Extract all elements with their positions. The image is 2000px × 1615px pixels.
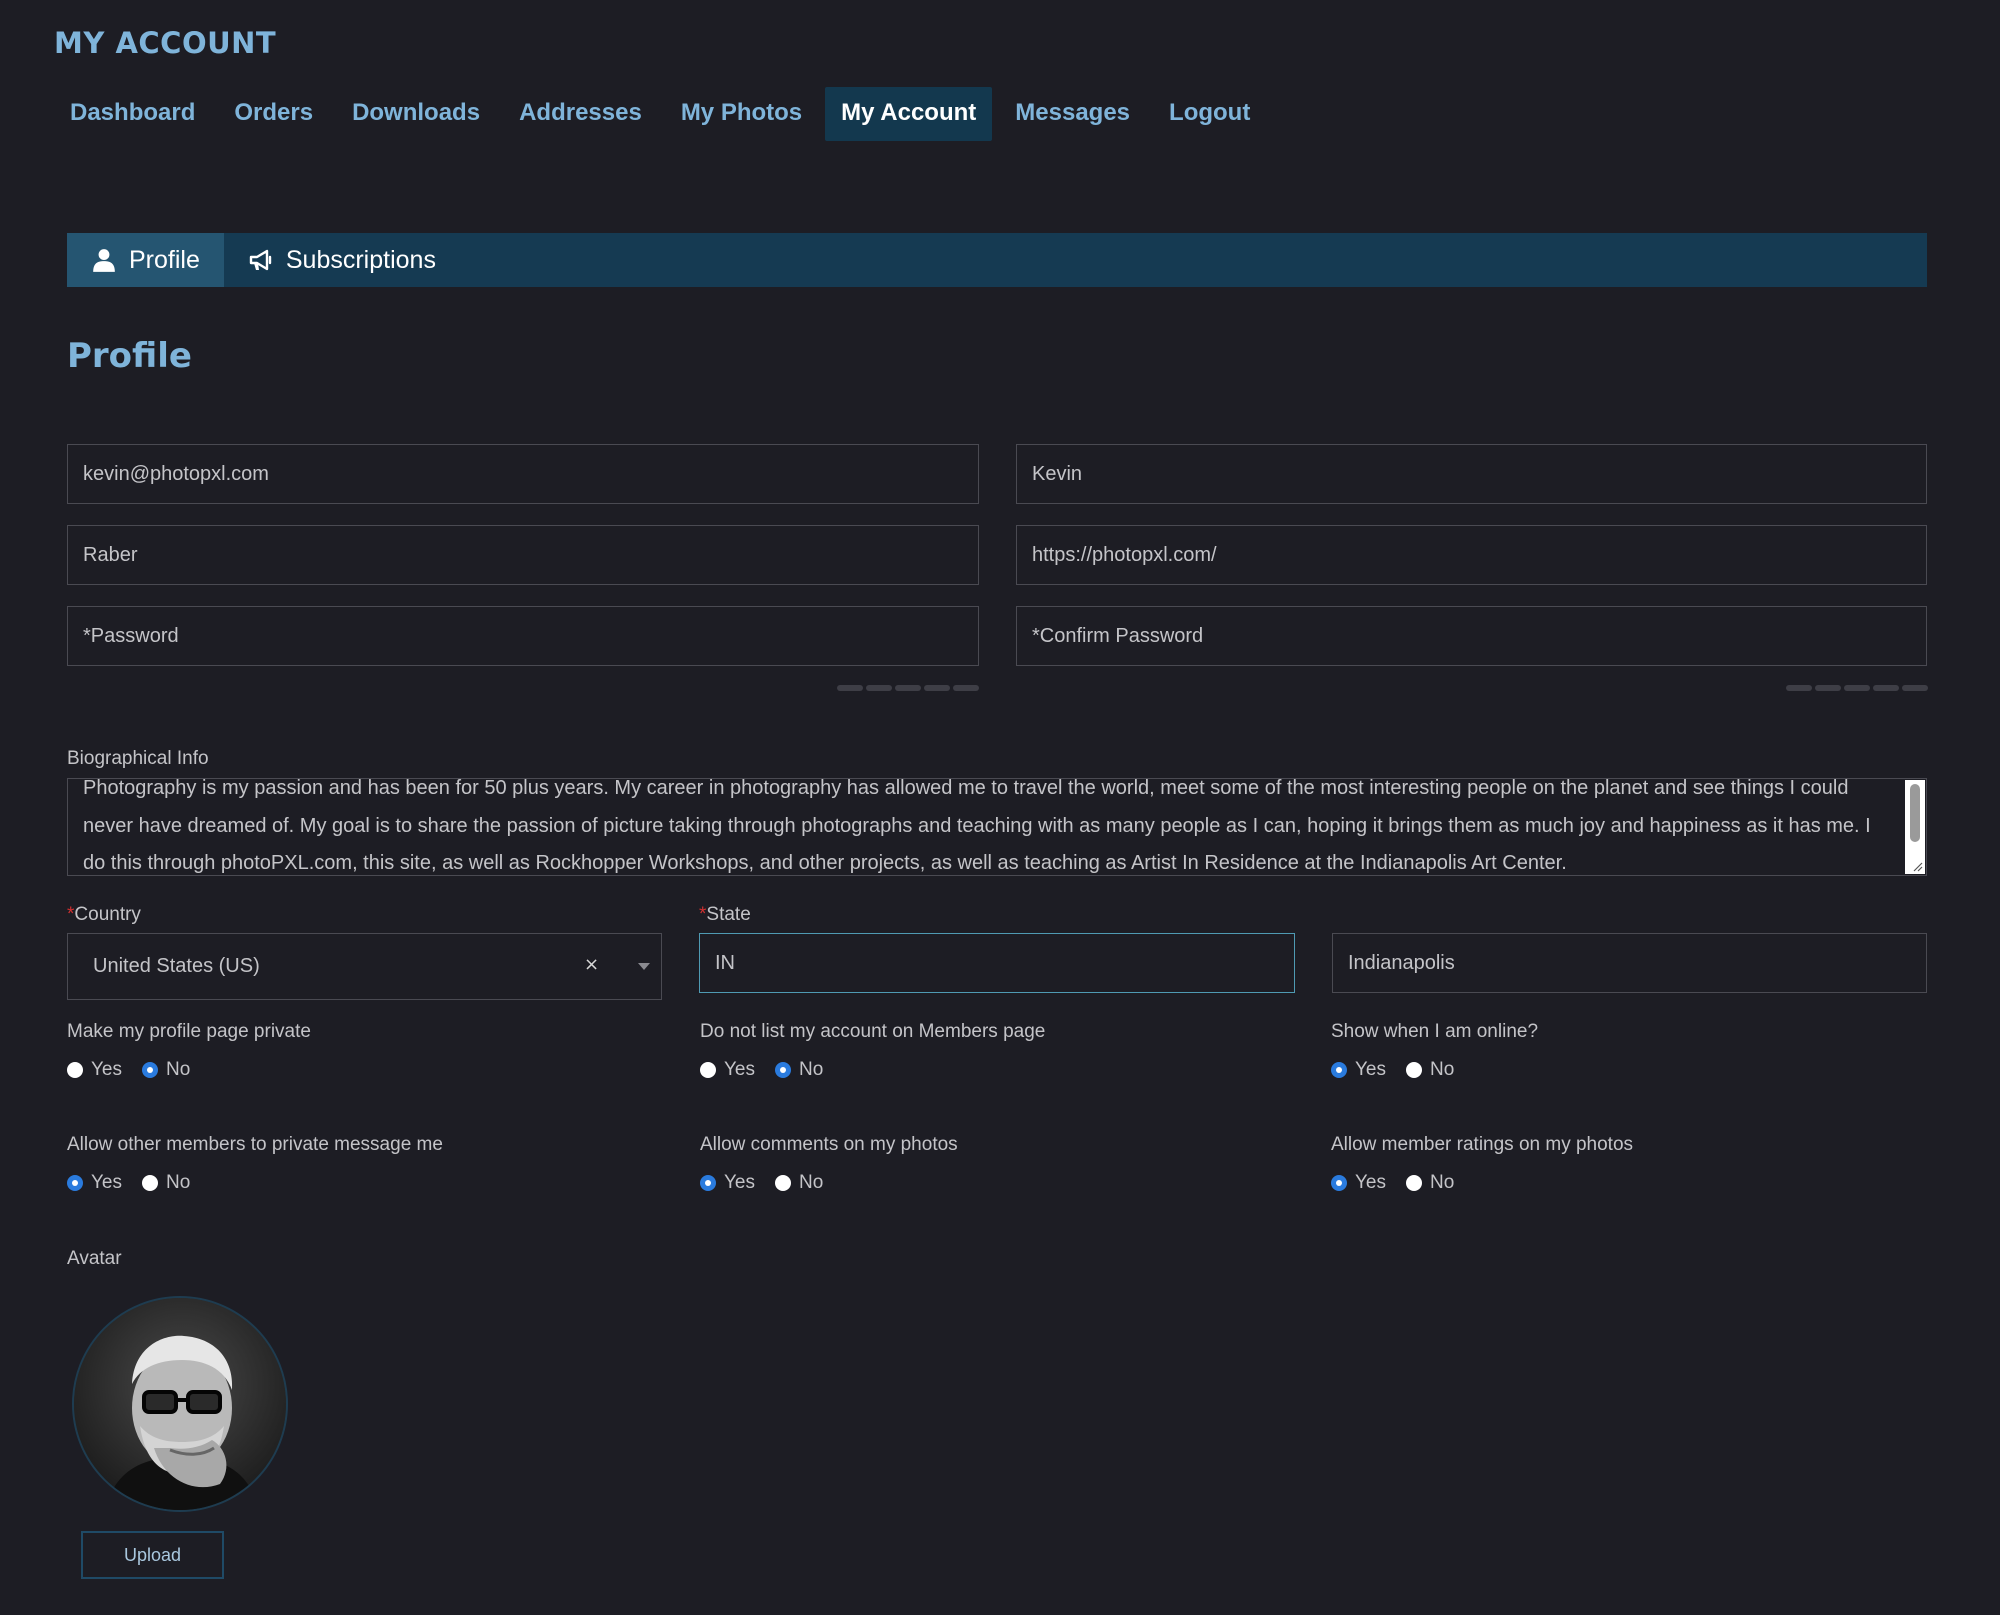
nav-addresses[interactable]: Addresses: [503, 87, 658, 141]
country-label-text: Country: [74, 904, 141, 925]
radio-checked: [1331, 1175, 1347, 1191]
tab-profile-label: Profile: [129, 245, 200, 274]
show-online-radio-group: Yes No: [1331, 1059, 1474, 1081]
nav-messages[interactable]: Messages: [999, 87, 1146, 141]
account-page: MY ACCOUNT Dashboard Orders Downloads Ad…: [0, 0, 2000, 1615]
radio-unchecked: [775, 1175, 791, 1191]
bio-scrollbar-thumb[interactable]: [1910, 784, 1920, 842]
upload-button[interactable]: Upload: [81, 1531, 224, 1579]
hide-members-radio-group: Yes No: [700, 1059, 843, 1081]
chevron-down-icon[interactable]: [638, 963, 650, 970]
private-message-yes[interactable]: Yes: [67, 1172, 122, 1194]
hide-members-label: Do not list my account on Members page: [700, 1021, 1046, 1042]
bio-scrollbar[interactable]: [1905, 780, 1925, 874]
main-nav: Dashboard Orders Downloads Addresses My …: [54, 87, 1273, 141]
city-field[interactable]: Indianapolis: [1332, 933, 1927, 993]
private-profile-no[interactable]: No: [142, 1059, 190, 1081]
page-title: MY ACCOUNT: [54, 26, 277, 60]
photo-ratings-label: Allow member ratings on my photos: [1331, 1134, 1634, 1155]
state-field[interactable]: IN: [699, 933, 1295, 993]
private-message-radio-group: Yes No: [67, 1172, 210, 1194]
private-message-label: Allow other members to private message m…: [67, 1134, 443, 1155]
last-name-field[interactable]: Raber: [67, 525, 979, 585]
password-field[interactable]: *Password: [67, 606, 979, 666]
radio-checked: [142, 1062, 158, 1078]
tab-subscriptions[interactable]: Subscriptions: [224, 233, 460, 287]
bio-textarea[interactable]: Photography is my passion and has been f…: [67, 778, 1927, 876]
avatar-label: Avatar: [67, 1248, 122, 1269]
bio-label: Biographical Info: [67, 748, 209, 769]
website-field[interactable]: https://photopxl.com/: [1016, 525, 1927, 585]
megaphone-icon: [249, 249, 272, 271]
private-profile-yes[interactable]: Yes: [67, 1059, 122, 1081]
radio-checked: [67, 1175, 83, 1191]
avatar: [72, 1296, 288, 1512]
nav-my-photos[interactable]: My Photos: [665, 87, 818, 141]
radio-unchecked: [1406, 1175, 1422, 1191]
show-online-no[interactable]: No: [1406, 1059, 1454, 1081]
radio-unchecked: [700, 1062, 716, 1078]
password-strength-meter: [837, 685, 979, 691]
photo-comments-no[interactable]: No: [775, 1172, 823, 1194]
tab-profile[interactable]: Profile: [67, 233, 224, 287]
nav-orders[interactable]: Orders: [218, 87, 329, 141]
private-message-no[interactable]: No: [142, 1172, 190, 1194]
nav-my-account[interactable]: My Account: [825, 87, 993, 141]
email-field[interactable]: kevin@photopxl.com: [67, 444, 979, 504]
country-label: *Country: [67, 904, 141, 926]
section-title: Profile: [67, 336, 192, 376]
bio-text: Photography is my passion and has been f…: [83, 778, 1871, 874]
nav-downloads[interactable]: Downloads: [336, 87, 496, 141]
clear-icon[interactable]: ×: [584, 954, 599, 975]
radio-unchecked: [142, 1175, 158, 1191]
radio-checked: [775, 1062, 791, 1078]
user-icon: [93, 249, 115, 272]
radio-checked: [1331, 1062, 1347, 1078]
photo-comments-yes[interactable]: Yes: [700, 1172, 755, 1194]
country-select-value: United States (US): [93, 955, 260, 977]
resize-grip-icon[interactable]: [1911, 860, 1923, 872]
nav-dashboard[interactable]: Dashboard: [54, 87, 211, 141]
confirm-password-strength-meter: [1786, 685, 1928, 691]
nav-logout[interactable]: Logout: [1153, 87, 1266, 141]
show-online-yes[interactable]: Yes: [1331, 1059, 1386, 1081]
state-label: *State: [699, 904, 751, 926]
hide-members-no[interactable]: No: [775, 1059, 823, 1081]
confirm-password-field[interactable]: *Confirm Password: [1016, 606, 1927, 666]
tab-subscriptions-label: Subscriptions: [285, 245, 436, 274]
sub-tab-bar: Profile Subscriptions: [67, 233, 1927, 287]
photo-ratings-no[interactable]: No: [1406, 1172, 1454, 1194]
country-select[interactable]: United States (US): [67, 933, 662, 1000]
first-name-field[interactable]: Kevin: [1016, 444, 1927, 504]
radio-unchecked: [1406, 1062, 1422, 1078]
state-label-text: State: [706, 904, 751, 925]
private-profile-label: Make my profile page private: [67, 1021, 311, 1042]
avatar-portrait: [74, 1298, 286, 1510]
radio-unchecked: [67, 1062, 83, 1078]
photo-ratings-yes[interactable]: Yes: [1331, 1172, 1386, 1194]
private-profile-radio-group: Yes No: [67, 1059, 210, 1081]
photo-comments-radio-group: Yes No: [700, 1172, 843, 1194]
photo-comments-label: Allow comments on my photos: [700, 1134, 958, 1155]
show-online-label: Show when I am online?: [1331, 1021, 1539, 1042]
radio-checked: [700, 1175, 716, 1191]
photo-ratings-radio-group: Yes No: [1331, 1172, 1474, 1194]
hide-members-yes[interactable]: Yes: [700, 1059, 755, 1081]
